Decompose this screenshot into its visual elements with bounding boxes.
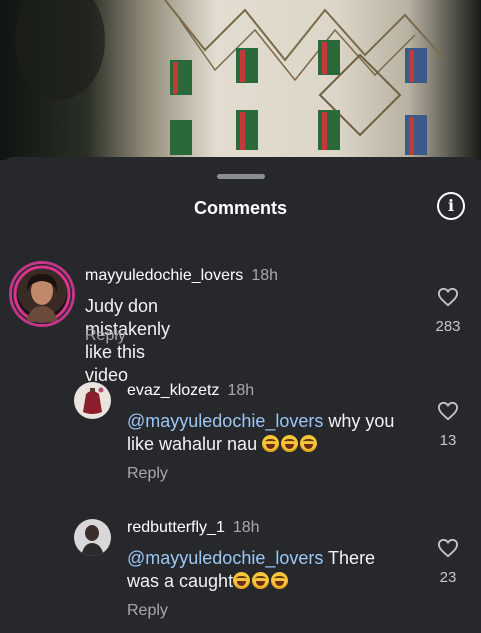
like-count: 13 [439,432,457,449]
reply-button[interactable]: Reply [85,327,126,345]
username[interactable]: redbutterfly_1 [127,519,225,536]
comment-username[interactable]: evaz_klozetz 18h [127,382,254,400]
comment-text: @mayyuledochie_lovers There was a caught [127,547,427,593]
comment-text-line1: why you [323,411,395,431]
mention-link[interactable]: @mayyuledochie_lovers [127,548,323,568]
drag-handle[interactable] [217,174,265,179]
comment-text-line2: was a caught [127,571,234,591]
heart-icon[interactable] [437,401,459,421]
mention-link[interactable]: @mayyuledochie_lovers [127,411,323,431]
avatar[interactable] [74,519,111,556]
comment-text: @mayyuledochie_lovers why you like wahal… [127,410,427,456]
comment-time: 18h [227,382,255,399]
avatar-photo [13,265,71,323]
comment-time: 18h [251,267,279,284]
comment-text-line2: like wahalur nau [127,434,263,454]
reply-button[interactable]: Reply [127,465,168,483]
avatar-photo [83,387,104,414]
fabric-pattern [15,0,446,155]
reply-button[interactable]: Reply [127,602,168,620]
comment-text-line1: There [323,548,376,568]
heart-icon[interactable] [437,538,459,558]
like-count: 23 [439,569,457,586]
sheet-title: Comments [193,198,287,218]
video-background [0,0,481,160]
avatar[interactable] [74,382,111,419]
comment-username[interactable]: mayyuledochie_lovers 18h [85,267,278,285]
comment-username[interactable]: redbutterfly_1 18h [127,519,260,537]
avatar[interactable] [12,264,72,324]
username[interactable]: evaz_klozetz [127,382,220,399]
username[interactable]: mayyuledochie_lovers [85,267,243,284]
like-count: 283 [435,318,461,335]
comment-time: 18h [232,519,260,536]
laughing-emoji-icon [233,571,290,591]
avatar-photo [81,525,104,556]
laughing-emoji-icon [262,434,319,454]
info-icon[interactable]: i [437,192,465,220]
heart-icon[interactable] [437,287,459,307]
